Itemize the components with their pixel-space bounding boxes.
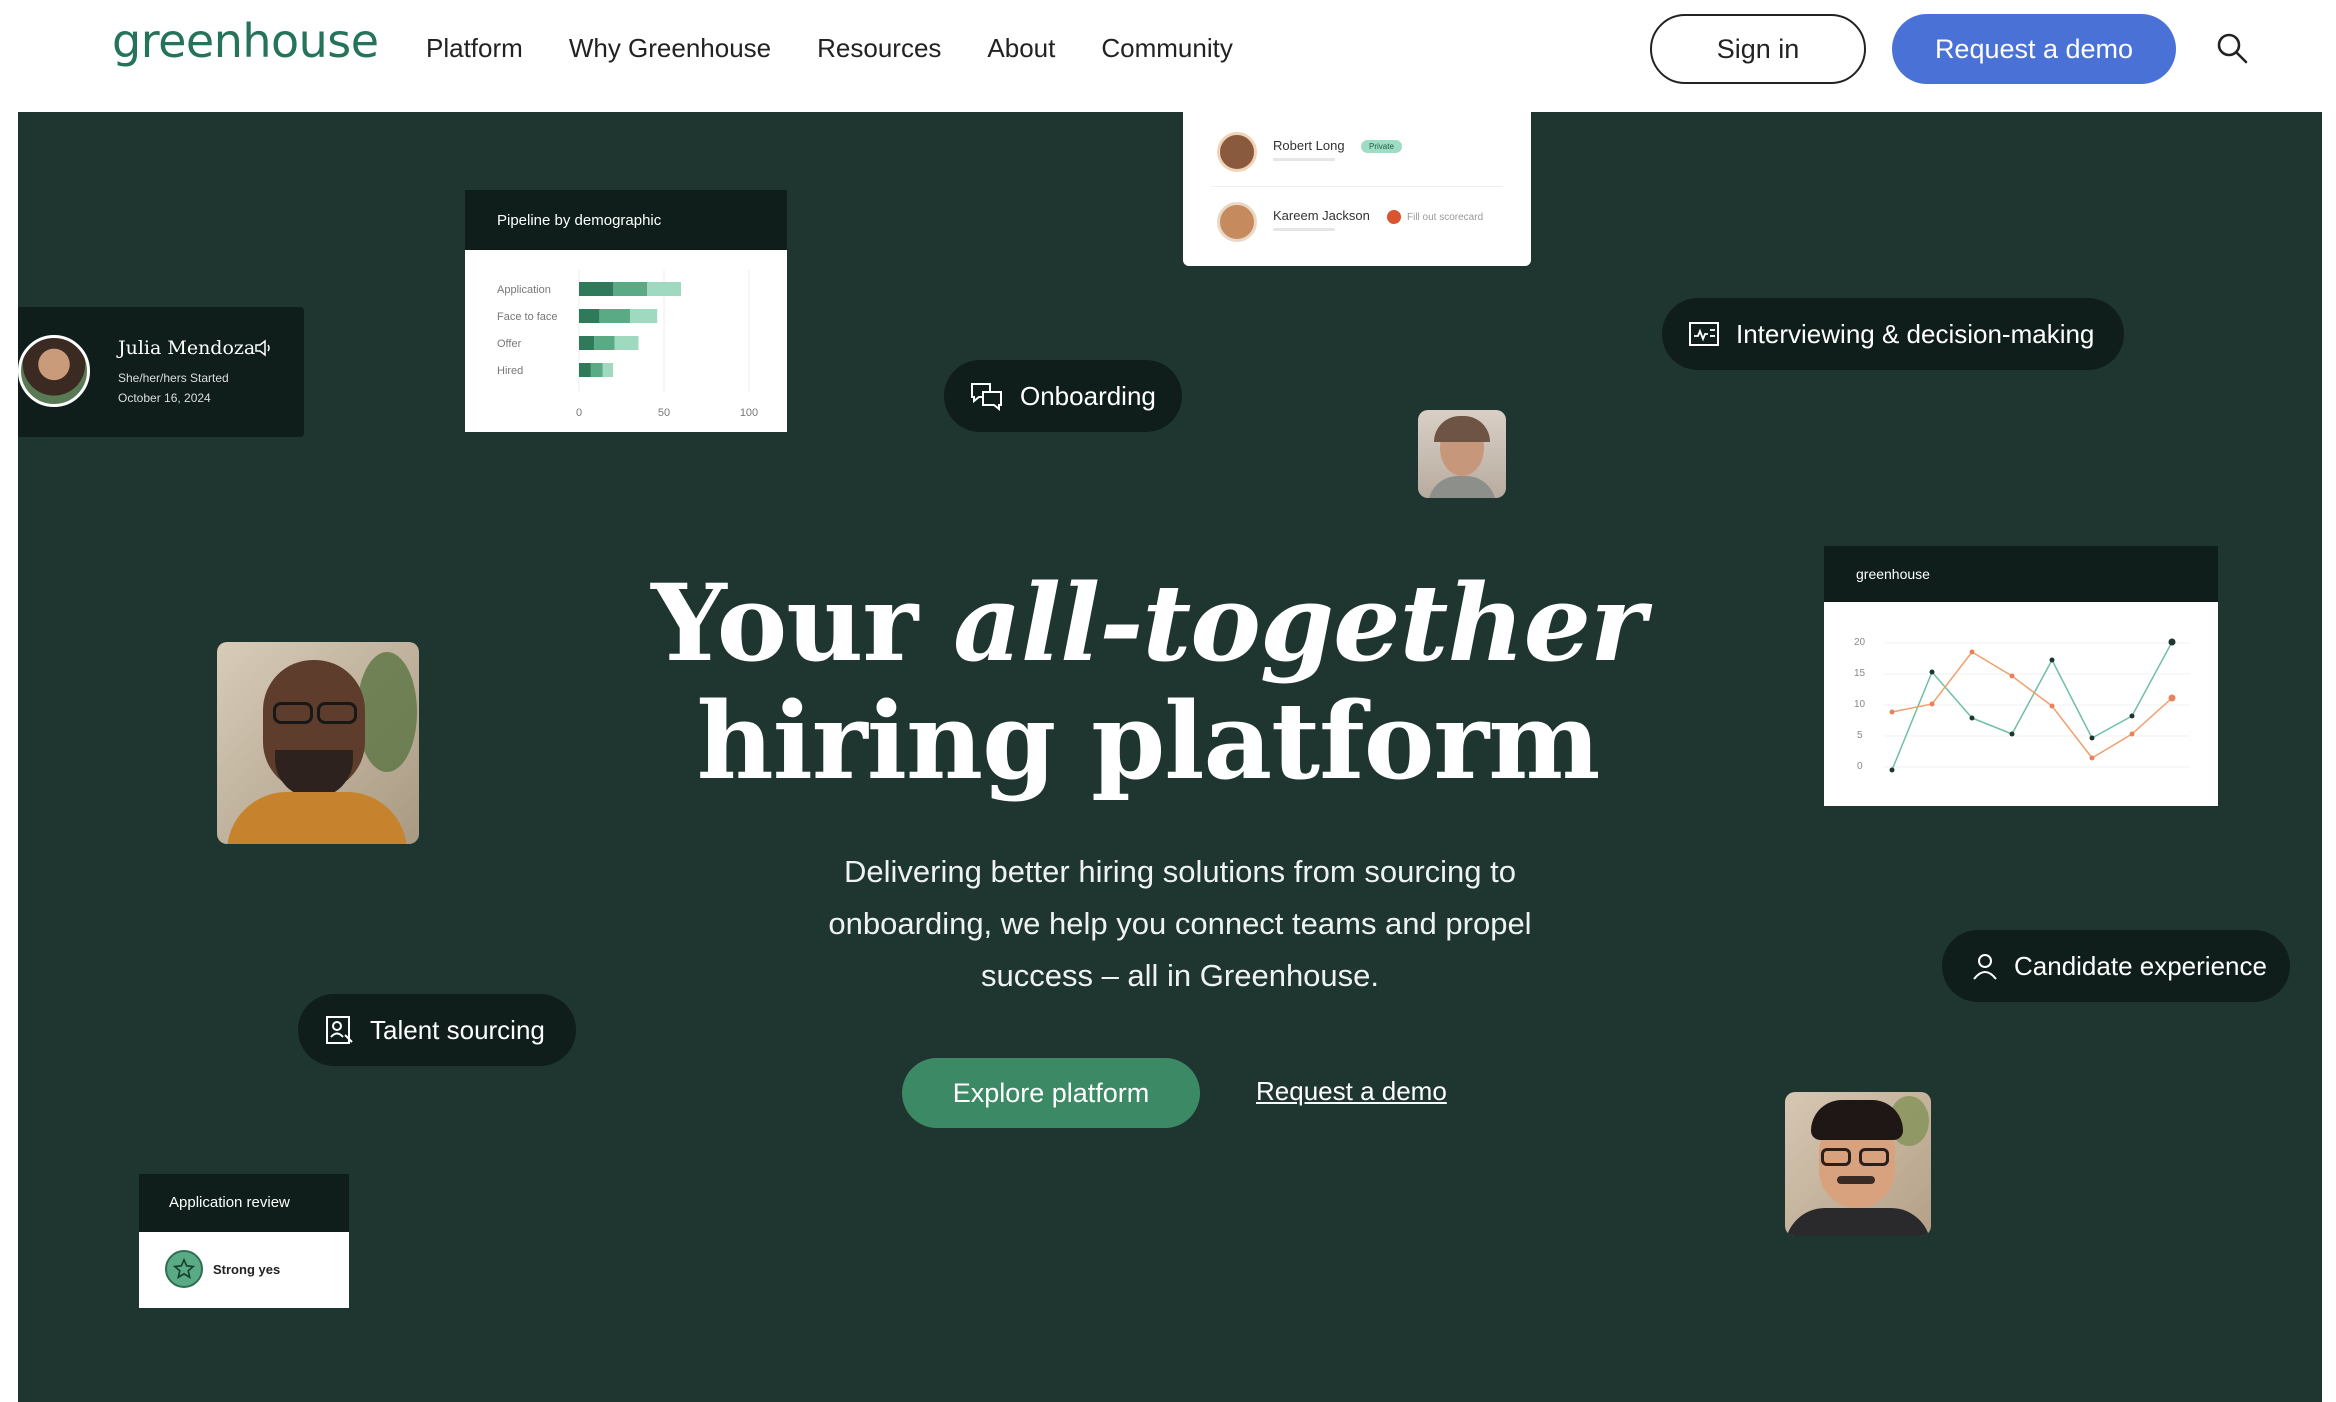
onboarding-chip-label: Onboarding	[1020, 380, 1156, 411]
nav-link-about[interactable]: About	[987, 33, 1055, 64]
headline-italic: all-together	[953, 560, 1646, 685]
nav-link-why-greenhouse[interactable]: Why Greenhouse	[569, 33, 771, 64]
hero-subtitle: Delivering better hiring solutions from …	[828, 854, 1532, 993]
candidate-experience-chip[interactable]: Candidate experience	[1942, 930, 2290, 1002]
request-demo-link[interactable]: Request a demo	[1256, 1076, 1447, 1107]
pipeline-bar-segment	[579, 336, 595, 350]
top-navigation: greenhouse Platform Why Greenhouse Resou…	[0, 0, 2336, 112]
explore-platform-button[interactable]: Explore platform	[902, 1058, 1200, 1128]
analytics-card: greenhouse 20 15 10 5 0	[1824, 546, 2218, 806]
nav-link-community[interactable]: Community	[1101, 33, 1232, 64]
x-tick: 100	[740, 407, 758, 419]
line-chart-graphic	[1884, 638, 2190, 773]
hero-headline: Your all-together hiring platform	[498, 564, 1798, 800]
request-demo-button[interactable]: Request a demo	[1892, 14, 2176, 84]
candidate-search-icon	[326, 1016, 353, 1044]
star-icon	[165, 1250, 203, 1288]
pipeline-bar-segment	[613, 282, 647, 296]
private-badge: Private	[1361, 140, 1402, 153]
pipeline-card-header: Pipeline by demographic	[465, 190, 787, 250]
hero-section: Robert Long Private Kareem Jackson Fill …	[18, 112, 2322, 1402]
row-label: Face to face	[497, 311, 558, 323]
search-icon[interactable]	[2214, 30, 2250, 66]
pipeline-bar-segment	[599, 309, 630, 323]
pipeline-bar-segment	[602, 363, 613, 377]
row-label: Application	[497, 284, 551, 296]
talent-sourcing-chip-label: Talent sourcing	[370, 1014, 545, 1045]
team-member-photo	[1785, 1092, 1931, 1236]
avatar	[1217, 132, 1257, 172]
pipeline-bar-segment	[590, 363, 603, 377]
profile-card: Julia Mendoza She/her/hers Started Octob…	[18, 307, 304, 437]
profile-name: Julia Mendoza	[118, 337, 256, 359]
pipeline-bar-segment	[579, 282, 613, 296]
divider	[1211, 186, 1503, 187]
pipeline-card: Pipeline by demographic Application Face …	[465, 190, 787, 432]
pipeline-bar-segment	[630, 309, 658, 323]
interviewing-chip-label: Interviewing & decision-making	[1736, 318, 2095, 349]
pipeline-bar-segment	[579, 309, 600, 323]
headline-plain: Your	[651, 560, 954, 685]
nav-links: Platform Why Greenhouse Resources About …	[426, 0, 1233, 96]
chat-bubbles-icon	[971, 383, 1002, 411]
alert-icon	[1387, 210, 1401, 224]
application-review-title: Application review	[169, 1194, 290, 1211]
x-tick: 0	[576, 407, 582, 419]
candidate-experience-chip-label: Candidate experience	[2014, 950, 2267, 981]
x-tick: 50	[658, 407, 670, 419]
profile-photo	[18, 335, 90, 407]
profile-start-date: October 16, 2024	[118, 391, 211, 405]
application-review-card: Application review Strong yes	[139, 1174, 349, 1308]
team-member-photo	[1418, 410, 1506, 498]
interviewing-chip[interactable]: Interviewing & decision-making	[1662, 298, 2124, 370]
interviewer-card: Robert Long Private Kareem Jackson Fill …	[1183, 112, 1531, 266]
row-label: Hired	[497, 365, 523, 377]
pipeline-bar-chart: Application Face to face Offer Hired 0 50 100	[497, 270, 758, 419]
greenhouse-logo[interactable]: greenhouse	[112, 14, 379, 68]
scorecard-status: Fill out scorecard	[1407, 212, 1484, 223]
review-rating: Strong yes	[213, 1262, 281, 1277]
pipeline-card-title: Pipeline by demographic	[497, 212, 662, 229]
interviewer-name: Kareem Jackson	[1273, 208, 1370, 223]
scorecard-icon	[1689, 322, 1719, 346]
row-label: Offer	[497, 338, 522, 350]
divider	[1273, 228, 1335, 231]
onboarding-chip[interactable]: Onboarding	[944, 360, 1182, 432]
team-member-photo	[217, 642, 419, 844]
profile-pronouns: She/her/hers Started	[118, 371, 229, 385]
headline-line2: hiring platform	[696, 678, 1601, 803]
avatar	[1217, 202, 1257, 242]
speaker-icon	[255, 339, 270, 357]
interviewer-name: Robert Long	[1273, 138, 1345, 153]
talent-sourcing-chip[interactable]: Talent sourcing	[298, 994, 576, 1066]
pipeline-bar-segment	[579, 363, 591, 377]
pipeline-bar-segment	[647, 282, 681, 296]
pipeline-bar-segment	[614, 336, 639, 350]
pipeline-bar-segment	[594, 336, 615, 350]
divider	[1273, 158, 1335, 161]
sign-in-button[interactable]: Sign in	[1650, 14, 1866, 84]
person-icon	[1973, 954, 1997, 980]
application-review-header: Application review	[139, 1174, 349, 1232]
nav-link-resources[interactable]: Resources	[817, 33, 941, 64]
nav-link-platform[interactable]: Platform	[426, 33, 523, 64]
